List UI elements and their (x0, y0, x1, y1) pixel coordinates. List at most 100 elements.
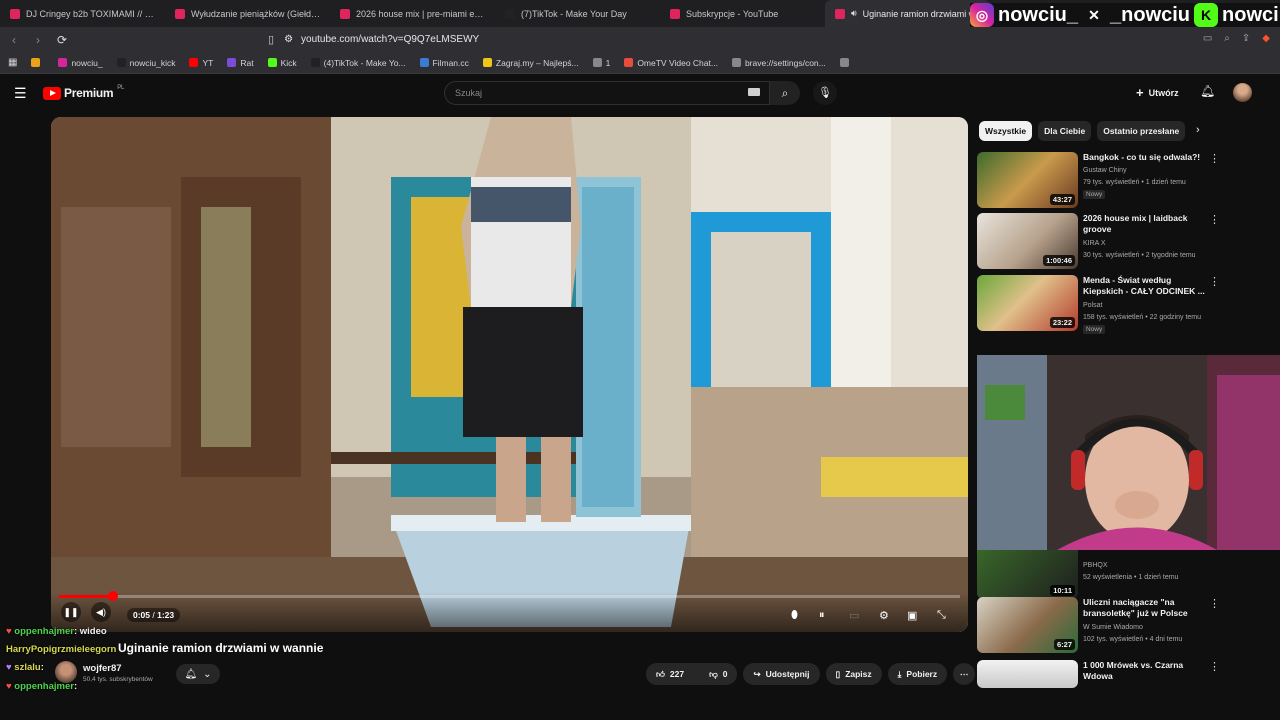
youtube-logo[interactable]: Premium PL (43, 85, 124, 100)
recommendation-title[interactable]: 2026 house mix | laidback groove (1083, 213, 1211, 235)
bookmark-item[interactable]: Zagraj.my – Najlepś... (482, 58, 579, 68)
browser-tab[interactable]: DJ Cringey b2b TOXIMAMI // Sexpre (0, 0, 165, 27)
bookmark-item[interactable]: (4)TikTok - Make Yo... (310, 58, 406, 68)
apps-grid-icon[interactable]: ▦ (8, 57, 17, 68)
bookmark-item[interactable]: YT (189, 58, 213, 68)
video-player[interactable]: ❚❚ ◀) 0:05 / 1:23 ⬮ ⏸︎ ▭ ⚙ ▣ ⤡ (51, 117, 968, 632)
channel-avatar[interactable] (55, 661, 77, 683)
brave-shield-icon[interactable]: ◆ (1262, 33, 1270, 44)
keyboard-icon[interactable] (748, 88, 760, 96)
notification-bell-button[interactable]: 🔔︎ ⌄ (176, 664, 220, 684)
progress-bar[interactable] (59, 591, 960, 601)
save-button[interactable]: ▯ Zapisz (825, 663, 882, 685)
subtitles-icon[interactable]: ▭ (849, 609, 859, 622)
reload-icon[interactable]: ⟳ (52, 33, 72, 47)
recommendation-title[interactable]: 1 000 Mrówek vs. Czarna Wdowa (1083, 660, 1211, 682)
more-options-icon[interactable]: ⋮ (1209, 213, 1220, 226)
recommendation-channel[interactable]: PBHQX (1083, 560, 1223, 571)
search-button[interactable]: ⌕ (770, 81, 800, 105)
page-scrollbar[interactable] (1268, 117, 1276, 692)
settings-icon[interactable]: ⚙ (879, 609, 889, 622)
recommendation-item[interactable]: 10:11 PBHQX 52 wyświetlenia • 1 dzień te… (977, 543, 1267, 599)
video-thumbnail[interactable]: 1:00:46 (977, 213, 1078, 269)
bookmark-item[interactable]: brave://settings/con... (731, 58, 826, 68)
forward-icon[interactable]: › (28, 33, 48, 47)
volume-button[interactable]: ◀) (91, 602, 111, 622)
cast-icon[interactable]: ▭ (1203, 33, 1212, 44)
pause-small-icon[interactable]: ⏸︎ (819, 609, 825, 622)
fullscreen-icon[interactable]: ⤡ (937, 609, 946, 622)
video-thumbnail[interactable]: 10:11 (977, 543, 1078, 599)
bookmark-favicon-icon (267, 58, 277, 67)
recommendation-item[interactable]: 6:27 Uliczni naciągacze "na bransoletkę"… (977, 597, 1267, 653)
url-box[interactable]: ⚙ youtube.com/watch?v=Q9Q7eLMSEWY (284, 34, 479, 45)
recommendation-item[interactable]: 43:27 Bangkok - co tu się odwala?! Gusta… (977, 152, 1267, 208)
download-button[interactable]: ⤓ Pobierz (887, 663, 948, 685)
bookmark-item[interactable]: OmeTV Video Chat... (624, 58, 718, 68)
notifications-icon[interactable]: 🔔︎ (1200, 84, 1215, 98)
browser-tab[interactable]: Wyłudzanie pieniążków (Giełda - Od (165, 0, 330, 27)
scrubber-handle[interactable] (108, 591, 119, 601)
tab-label: Uginanie ramion drzwiami w (862, 8, 976, 19)
chevron-right-icon[interactable]: › (1196, 124, 1200, 136)
voice-search-button[interactable]: 🎙︎ (813, 81, 837, 105)
video-thumbnail[interactable]: 23:22 (977, 275, 1078, 331)
recommendation-channel[interactable]: W Sumie Wiadomo (1083, 622, 1223, 633)
bookmark-item[interactable]: 1 (592, 58, 610, 68)
bookmark-item[interactable]: Rat (227, 58, 254, 68)
recommendation-channel[interactable]: Polsat (1083, 300, 1223, 311)
menu-icon[interactable]: ☰ (14, 85, 27, 102)
more-options-icon[interactable]: ⋮ (1209, 275, 1220, 288)
recommendation-channel[interactable]: KIRA X (1083, 238, 1223, 249)
speaker-icon[interactable]: 🔊︎ (851, 8, 857, 19)
pause-icon: ❚❚ (63, 607, 79, 617)
share-page-icon[interactable]: ⇪ (1242, 33, 1250, 44)
video-thumbnail[interactable] (977, 660, 1078, 688)
like-button[interactable]: 👍︎ 227 (646, 663, 695, 685)
address-actions: ▭ ⌕ ⇪ ◆ (1203, 33, 1270, 44)
browser-tab[interactable]: Subskrypcje - YouTube (660, 0, 825, 27)
recommendation-item[interactable]: 1 000 Mrówek vs. Czarna Wdowa ⋮ (977, 660, 1267, 688)
recommendation-title[interactable]: Uliczni naciągacze "na bransoletkę" już … (1083, 597, 1211, 619)
share-button[interactable]: ↪ Udostępnij (743, 663, 820, 685)
more-actions-button[interactable]: ⋯ (953, 663, 976, 685)
bookmark-item[interactable] (839, 58, 853, 67)
search-input[interactable]: Szukaj (444, 81, 770, 105)
duration-badge: 10:11 (1050, 585, 1075, 596)
bookmark-item[interactable]: Filman.cc (419, 58, 469, 68)
zoom-icon[interactable]: ⌕ (1224, 33, 1230, 44)
recommendation-item[interactable]: 1:00:46 2026 house mix | laidback groove… (977, 213, 1267, 269)
bookmark-item[interactable]: nowciu_kick (116, 58, 175, 68)
recommendation-title[interactable]: Menda - Świat według Kiepskich - CAŁY OD… (1083, 275, 1211, 297)
bookmark-item[interactable]: Kick (267, 58, 297, 68)
channel-name[interactable]: wojfer87 (83, 663, 122, 674)
pause-button[interactable]: ❚❚ (61, 602, 81, 622)
autoplay-toggle-icon[interactable]: ⬮ (791, 609, 798, 622)
chip-for-you[interactable]: Dla Ciebie (1038, 121, 1092, 141)
more-options-icon[interactable]: ⋮ (1209, 152, 1220, 165)
browser-tab[interactable]: 🔊︎ Uginanie ramion drzwiami w (825, 0, 990, 27)
recommendation-item[interactable]: 23:22 Menda - Świat według Kiepskich - C… (977, 275, 1267, 334)
url-text[interactable]: youtube.com/watch?v=Q9Q7eLMSEWY (301, 34, 479, 45)
recommendation-title[interactable]: Bangkok - co tu się odwala?! (1083, 152, 1211, 163)
dislike-button[interactable]: 👎︎ 0 (699, 663, 738, 685)
create-label: Utwórz (1148, 87, 1179, 98)
browser-tab[interactable]: (7)TikTok - Make Your Day (495, 0, 660, 27)
miniplayer-icon[interactable]: ▣ (907, 609, 917, 622)
bookmark-item[interactable]: nowciu_ (58, 58, 103, 68)
chip-all[interactable]: Wszystkie (979, 121, 1033, 141)
chip-recently-uploaded[interactable]: Ostatnio przesłane (1097, 121, 1186, 141)
more-options-icon[interactable]: ⋮ (1209, 597, 1220, 610)
create-button[interactable]: + Utwórz (1136, 85, 1179, 100)
video-thumbnail[interactable]: 43:27 (977, 152, 1078, 208)
bookmark-item[interactable] (31, 58, 44, 67)
more-options-icon[interactable]: ⋮ (1209, 660, 1220, 673)
recommendation-channel[interactable]: Gustaw Chiny (1083, 165, 1223, 176)
site-settings-icon[interactable]: ⚙ (284, 34, 293, 45)
video-thumbnail[interactable]: 6:27 (977, 597, 1078, 653)
account-avatar[interactable] (1233, 83, 1252, 102)
thumbs-down-icon: 👎︎ (709, 668, 718, 679)
browser-tab[interactable]: 2026 house mix | pre-miami energy (330, 0, 495, 27)
back-icon[interactable]: ‹ (4, 33, 24, 47)
bookmark-page-icon[interactable]: ▯ (268, 33, 274, 46)
